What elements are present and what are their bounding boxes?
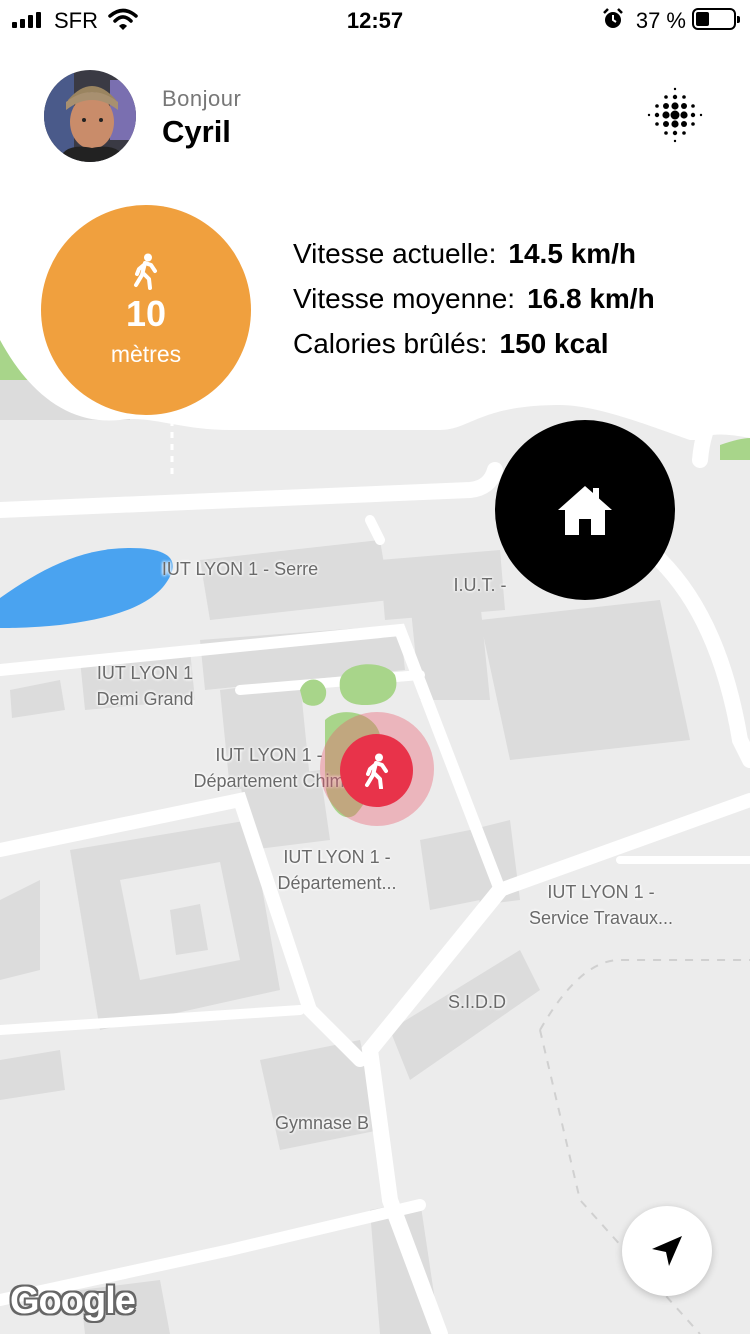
map-label-demi-grand[interactable]: IUT LYON 1 Demi Grand — [80, 660, 210, 712]
greeting-text: Bonjour — [162, 86, 242, 111]
avatar[interactable] — [44, 70, 136, 162]
stat-calories: Calories brûlés: 150 kcal — [293, 328, 655, 373]
map-label-sidd[interactable]: S.I.D.D — [436, 989, 518, 1015]
walking-icon — [134, 253, 157, 290]
stat-value: 16.8 km/h — [527, 283, 655, 314]
user-location-marker[interactable] — [340, 734, 413, 807]
stat-label: Vitesse actuelle: — [293, 238, 497, 269]
distance-unit: mètres — [110, 341, 182, 367]
map-label-gymnase[interactable]: Gymnase B — [262, 1110, 382, 1136]
user-name: Cyril — [162, 114, 231, 149]
walking-icon — [364, 753, 388, 789]
stat-current-speed: Vitesse actuelle: 14.5 km/h — [293, 238, 655, 283]
stat-value: 150 kcal — [499, 328, 609, 359]
stat-label: Vitesse moyenne: — [293, 283, 516, 314]
battery-icon — [692, 8, 740, 30]
distance-counter: 10 mètres — [41, 205, 251, 415]
map-label-serre[interactable]: IUT LYON 1 - Serre — [150, 556, 330, 582]
map-label-iut[interactable]: I.U.T. - — [440, 572, 520, 598]
locate-me-button[interactable] — [622, 1206, 712, 1296]
stat-label: Calories brûlés: — [293, 328, 488, 359]
map-label-departement[interactable]: IUT LYON 1 - Département... — [264, 844, 410, 896]
navigation-arrow-icon — [652, 1236, 682, 1266]
distance-value: 10 — [125, 293, 167, 334]
menu-dots-icon[interactable] — [646, 86, 704, 144]
stat-value: 14.5 km/h — [508, 238, 637, 269]
stat-average-speed: Vitesse moyenne: 16.8 km/h — [293, 283, 655, 328]
battery-percentage: 37 % — [635, 8, 686, 33]
home-button[interactable] — [495, 420, 675, 600]
google-attribution-logo: Google — [10, 1280, 136, 1322]
activity-stats: Vitesse actuelle: 14.5 km/h Vitesse moyen… — [293, 238, 655, 373]
alarm-icon — [603, 8, 623, 28]
status-bar: SFR 12:57 37 % — [0, 0, 750, 40]
home-icon — [558, 486, 612, 535]
map-label-service-travaux[interactable]: IUT LYON 1 - Service Travaux... — [516, 879, 686, 931]
